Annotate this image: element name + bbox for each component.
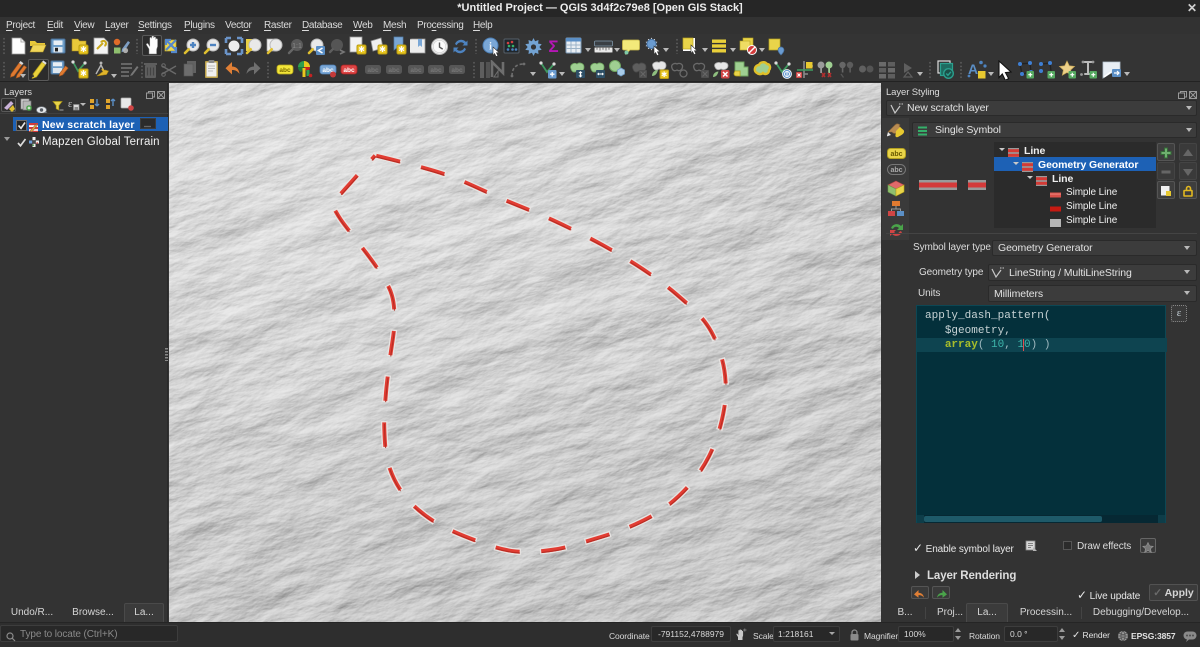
svg-text:abc: abc: [388, 67, 400, 74]
svg-text:abc: abc: [367, 67, 379, 74]
svg-text:abc: abc: [410, 67, 422, 74]
svg-text:✱: ✱: [358, 45, 365, 54]
svg-text:abc: abc: [451, 67, 463, 74]
svg-text:ε: ε: [68, 99, 72, 110]
svg-text:abc: abc: [343, 67, 355, 74]
svg-text:✱: ✱: [80, 45, 87, 54]
svg-text:Σ: Σ: [548, 37, 558, 55]
svg-text:abc: abc: [890, 151, 902, 158]
svg-text:✱: ✱: [379, 45, 386, 54]
svg-text:i: i: [489, 42, 492, 53]
svg-text:abc: abc: [890, 167, 902, 174]
svg-text:✱: ✱: [80, 69, 87, 78]
svg-text:abc: abc: [279, 67, 291, 74]
svg-text:✱: ✱: [398, 45, 405, 54]
svg-text:✱: ✱: [661, 70, 668, 79]
svg-text:abc: abc: [430, 67, 442, 74]
svg-text:A: A: [968, 61, 978, 77]
